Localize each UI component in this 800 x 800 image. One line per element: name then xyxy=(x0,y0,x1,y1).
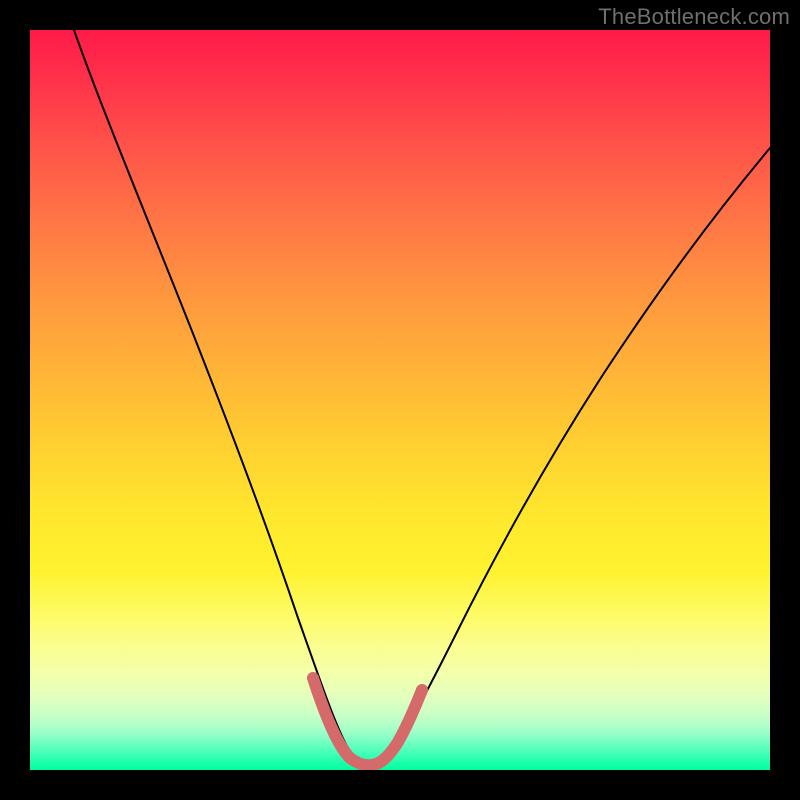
plot-area xyxy=(30,30,770,770)
bottleneck-curve xyxy=(74,30,770,764)
watermark-text: TheBottleneck.com xyxy=(598,4,790,30)
curve-layer xyxy=(30,30,770,770)
chart-frame: TheBottleneck.com xyxy=(0,0,800,800)
near-minimum-highlight xyxy=(313,678,422,765)
